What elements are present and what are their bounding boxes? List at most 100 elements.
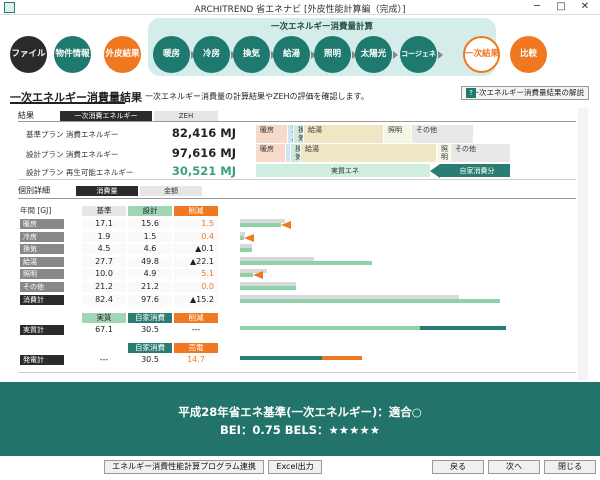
step-11[interactable]: 比較 — [510, 36, 547, 73]
step-2[interactable]: 外皮結果 — [104, 36, 141, 73]
close-window-button[interactable]: ✕ — [574, 0, 596, 14]
design-value: 4.9 — [128, 269, 172, 280]
reduce-value: 0.0 — [174, 282, 218, 292]
base-value: 27.7 — [82, 256, 126, 267]
step-10[interactable]: 一次結果 — [463, 36, 500, 73]
step-1[interactable]: 物件情報 — [54, 36, 91, 73]
design-bar — [240, 286, 297, 290]
reduction-arrow-icon — [253, 271, 264, 280]
title-bar: ARCHITREND 省エネナビ [外皮性能計算編（完成）] ─ □ ✕ — [0, 0, 600, 15]
minimize-button[interactable]: ─ — [526, 0, 548, 14]
arrow-left-icon — [430, 164, 440, 178]
excel-export-button[interactable]: Excel出力 — [268, 460, 322, 474]
calc-group-title: 一次エネルギー消費量計算 — [270, 22, 373, 32]
row-label: 換気 — [20, 244, 64, 255]
tab-cost[interactable]: 金額 — [140, 186, 202, 196]
base-value: 21.2 — [82, 282, 126, 292]
gen-sell-bar — [322, 356, 362, 360]
design-value: 15.6 — [128, 219, 172, 229]
reduce-value: 1.5 — [174, 219, 218, 229]
back-button[interactable]: 戻る — [432, 460, 484, 474]
standard-result: 平成28年省エネ基準(一次エネルギー)：適合○ — [178, 405, 422, 419]
divider — [18, 121, 576, 122]
step-4[interactable]: 冷房 — [193, 36, 230, 73]
row-label: 消費計 — [20, 294, 64, 305]
divider — [18, 198, 576, 199]
help-button-label: 一次エネルギー消費量結果の解説 — [471, 88, 585, 97]
reduction-arrow-icon — [243, 233, 254, 242]
maximize-button[interactable]: □ — [550, 0, 572, 14]
reduce-value: ▲22.1 — [174, 256, 218, 267]
tab-zeh[interactable]: ZEH — [154, 111, 218, 121]
reduce-value: ▲0.1 — [174, 244, 218, 255]
program-link-button[interactable]: エネルギー消費性能計算プログラム連携 — [104, 460, 264, 474]
actual-self-value: 30.5 — [141, 325, 159, 334]
self-consumption-segment: 自家消費分 — [440, 164, 510, 177]
base-stack-segment: 照明 — [384, 125, 412, 143]
header-design: 設計 — [128, 206, 172, 216]
base-stack-segment: 給湯 — [304, 125, 384, 143]
step-arrow-icon — [438, 51, 443, 59]
next-button[interactable]: 次へ — [488, 460, 540, 474]
net-energy-segment: 実質エネ — [256, 164, 430, 177]
design-bar — [240, 248, 253, 253]
gen-total-label: 発電計 — [20, 355, 64, 365]
base-stack-segment: 暖房 — [256, 125, 288, 143]
step-9[interactable]: コージェネ — [400, 36, 437, 73]
base-value: 10.0 — [82, 269, 126, 280]
design-stack-segment: 換気 — [291, 144, 301, 162]
design-bar — [240, 273, 254, 278]
design-bar — [240, 298, 500, 303]
close-button[interactable]: 閉じる — [544, 460, 596, 474]
gen-self-bar — [240, 356, 322, 360]
tab-primary-energy[interactable]: 一次消費エネルギー — [60, 111, 152, 121]
design-bar — [240, 260, 373, 265]
divider — [18, 372, 576, 373]
step-8[interactable]: 太陽光 — [355, 36, 392, 73]
design-plan-value: 97,616 MJ — [171, 146, 236, 160]
base-plan-label: 基準プラン 消費エネルギー — [26, 130, 119, 139]
scrollbar[interactable] — [578, 108, 588, 380]
actual-net-value: 67.1 — [95, 325, 113, 334]
actual-reduce-value: --- — [191, 325, 201, 334]
actual-total-label: 実質計 — [20, 325, 64, 335]
base-plan-value: 82,416 MJ — [171, 126, 236, 140]
design-stack-segment: 暖房 — [256, 144, 286, 162]
actual-header-self: 自家消費 — [128, 313, 172, 323]
header-reduce: 削減 — [174, 206, 218, 216]
tab-consumption[interactable]: 消費量 — [76, 186, 138, 196]
actual-self-bar — [420, 326, 506, 330]
divider — [18, 179, 576, 180]
base-value: 17.1 — [82, 219, 126, 229]
design-stack-segment: 給湯 — [301, 144, 437, 162]
row-label: 冷房 — [20, 231, 64, 242]
window-title: ARCHITREND 省エネナビ [外皮性能計算編（完成）] — [194, 5, 406, 15]
step-7[interactable]: 照明 — [314, 36, 351, 73]
unit-label: 年間 [GJ] — [20, 206, 52, 215]
gen-sell-value: 14.7 — [187, 355, 205, 364]
gen-header-self: 自家消費 — [128, 343, 172, 353]
help-button[interactable]: ? 一次エネルギー消費量結果の解説 — [461, 86, 589, 100]
base-value: 4.5 — [82, 244, 126, 255]
reduce-value: ▲15.2 — [174, 294, 218, 305]
step-6[interactable]: 給湯 — [273, 36, 310, 73]
actual-header-net: 実質 — [82, 313, 126, 323]
step-arrow-icon — [393, 51, 398, 59]
step-3[interactable]: 暖房 — [153, 36, 190, 73]
result-section-label: 結果 — [18, 111, 34, 120]
design-value: 1.5 — [128, 231, 172, 242]
base-stack-segment: 換気 — [294, 125, 304, 143]
evaluation-banner: 平成28年省エネ基準(一次エネルギー)：適合○ BEI：0.75 BELS：★★… — [0, 382, 600, 456]
base-value: 82.4 — [82, 294, 126, 305]
reduce-value: 0.4 — [174, 231, 218, 242]
design-value: 21.2 — [128, 282, 172, 292]
design-stack-segment: その他 — [451, 144, 511, 162]
page-subtitle: 一次エネルギー消費量の計算結果やZEHの評価を確認します。 — [145, 92, 369, 101]
step-0[interactable]: ファイル — [10, 36, 47, 73]
bei-bels-result: BEI：0.75 BELS：★★★★★ — [219, 423, 381, 437]
base-value: 1.9 — [82, 231, 126, 242]
renewable-value: 30,521 MJ — [171, 164, 236, 178]
design-value: 4.6 — [128, 244, 172, 255]
step-5[interactable]: 換気 — [233, 36, 270, 73]
row-label: その他 — [20, 282, 64, 292]
